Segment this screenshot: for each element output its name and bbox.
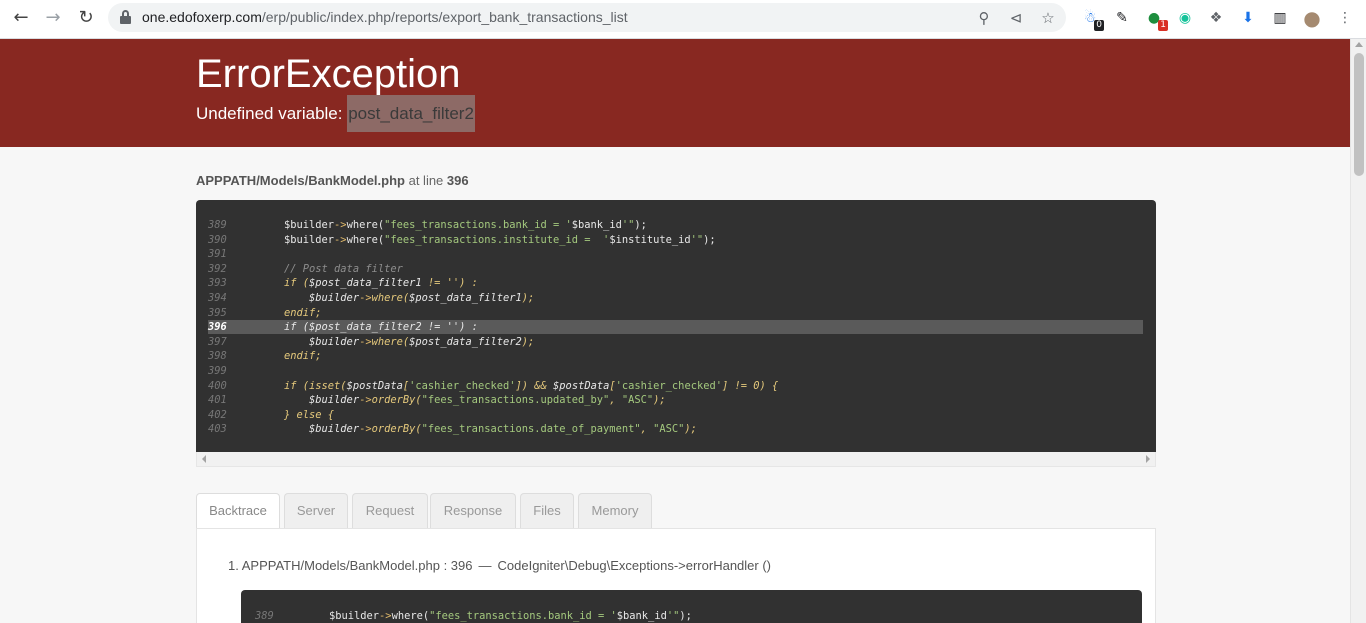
line-number: 392 (208, 262, 227, 275)
eyedropper-extension-icon[interactable]: ✎ (1110, 6, 1134, 30)
line-source: if ($post_data_filter2 != '') : (284, 321, 478, 334)
line-source: endif; (284, 350, 322, 363)
line-number: 401 (208, 394, 227, 407)
line-number: 391 (208, 248, 227, 261)
error-location: APPPATH/Models/BankModel.php at line 396 (196, 173, 469, 188)
line-number: 393 (208, 277, 227, 290)
line-source: $builder->where("fees_transactions.bank_… (284, 219, 647, 231)
scroll-up-arrow-icon[interactable] (1355, 42, 1363, 47)
page-scrollbar[interactable] (1350, 39, 1366, 623)
line-number: 400 (208, 379, 227, 392)
line-number: 389 (208, 219, 227, 231)
error-at-line: at line (404, 173, 447, 188)
extension-badge: 0 (1094, 20, 1104, 31)
profile-avatar[interactable]: ● (1300, 6, 1324, 30)
line-source: $builder->where("fees_transactions.insti… (284, 233, 716, 246)
url-path: /erp/public/index.php/reports/export_ban… (261, 9, 628, 25)
tab-backtrace[interactable]: Backtrace (196, 493, 280, 530)
backtrace-index: 1. (228, 558, 239, 573)
backtrace-item[interactable]: 1. APPPATH/Models/BankModel.php : 396 — Co… (228, 558, 771, 573)
line-number: 398 (208, 350, 227, 363)
line-number: 395 (208, 306, 227, 319)
backtrace-file: APPPATH/Models/BankModel.php : 396 (241, 558, 473, 573)
error-file: APPPATH/Models/BankModel.php (196, 173, 405, 188)
kebab-menu-icon[interactable]: ⋮ (1333, 6, 1357, 30)
code-horizontal-scrollbar[interactable] (196, 452, 1156, 467)
line-source: // Post data filter (284, 262, 403, 275)
line-number: 396 (208, 321, 227, 334)
address-bar[interactable]: one.edofoxerp.com/erp/public/index.php/r… (108, 3, 1066, 32)
backtrace-call: CodeIgniter\Debug\Exceptions->errorHandl… (497, 558, 772, 573)
line-source: $builder->where("fees_transactions.bank_… (329, 610, 692, 622)
ghost-extension-icon[interactable]: ☃ 0 (1078, 6, 1104, 31)
error-message-prefix: Undefined variable: (196, 104, 348, 123)
tab-request[interactable]: Request (352, 493, 428, 529)
code-line: 398 endif; (196, 349, 1143, 363)
line-number: 397 (208, 335, 227, 348)
code-line: 403 $builder->orderBy("fees_transactions… (196, 422, 1143, 436)
line-source: $builder->where($post_data_filter2); (284, 335, 535, 348)
error-title: ErrorException (196, 52, 461, 96)
code-line: 389 $builder->where("fees_transactions.ba… (241, 609, 1142, 623)
code-line: 395 endif; (196, 306, 1143, 320)
extension-badge: 1 (1158, 20, 1168, 31)
error-message: Undefined variable: post_data_filter2 (196, 95, 475, 132)
grammarly-extension-icon[interactable]: ◉ (1173, 6, 1197, 30)
tab-response[interactable]: Response (430, 493, 516, 529)
error-line-number: 396 (446, 173, 469, 188)
line-source: } else { (284, 408, 335, 421)
line-number: 399 (208, 365, 227, 377)
error-variable: post_data_filter2 (347, 95, 475, 132)
source-code-block: 389 $builder->where("fees_transactions.ba… (196, 200, 1156, 452)
code-line: 389 $builder->where("fees_transactions.ba… (196, 218, 1143, 232)
code-line: 402 } else { (196, 408, 1143, 422)
line-source: endif; (284, 306, 322, 319)
bookmark-star-icon[interactable]: ☆ (1037, 7, 1059, 29)
line-source: $builder->orderBy("fees_transactions.dat… (284, 423, 697, 436)
browser-toolbar: ← → ↻ one.edofoxerp.com/erp/public/index… (0, 0, 1366, 39)
share-icon[interactable]: ⊲ (1005, 7, 1027, 29)
green-extension-icon[interactable]: ● 1 (1142, 6, 1168, 31)
url-text[interactable]: one.edofoxerp.com/erp/public/index.php/r… (142, 9, 628, 25)
back-arrow-icon[interactable]: ← (8, 6, 34, 28)
line-number: 403 (208, 423, 227, 436)
lock-icon[interactable] (120, 10, 131, 24)
reload-icon[interactable]: ↻ (73, 6, 99, 28)
line-number: 390 (208, 233, 227, 246)
scroll-thumb[interactable] (1354, 53, 1364, 176)
code-line: 397 $builder->where($post_data_filter2); (196, 335, 1143, 349)
line-number: 402 (208, 408, 227, 421)
code-line: 391 (196, 247, 1143, 261)
line-source: if (isset($postData['cashier_checked']) … (284, 379, 779, 392)
puzzle-extensions-icon[interactable]: ❖ (1204, 6, 1228, 30)
line-number: 389 (255, 610, 274, 622)
code-line-highlighted: 396 if ($post_data_filter2 != '') : (208, 320, 1143, 335)
code-line: 400 if (isset($postData['cashier_checked'… (196, 379, 1143, 393)
zoom-icon[interactable]: ⚲ (973, 7, 995, 29)
code-line: 390 $builder->where("fees_transactions.in… (196, 233, 1143, 247)
side-panel-icon[interactable]: ▥ (1268, 6, 1292, 30)
code-line: 401 $builder->orderBy("fees_transactions… (196, 393, 1143, 407)
url-host: one.edofoxerp.com (142, 9, 262, 25)
download-icon[interactable]: ⬇ (1236, 6, 1260, 30)
code-line: 392 // Post data filter (196, 262, 1143, 276)
code-line: 394 $builder->where($post_data_filter1); (196, 291, 1143, 305)
tab-server[interactable]: Server (284, 493, 348, 529)
line-source: $builder->orderBy("fees_transactions.upd… (284, 394, 666, 407)
line-number: 394 (208, 292, 227, 304)
forward-arrow-icon[interactable]: → (40, 6, 66, 28)
line-source: if ($post_data_filter1 != '') : (284, 277, 478, 290)
tab-memory[interactable]: Memory (578, 493, 652, 529)
backtrace-separator: — (478, 558, 492, 573)
code-line: 399 (196, 364, 1143, 378)
code-line: 393 if ($post_data_filter1 != '') : (196, 276, 1143, 290)
tab-files[interactable]: Files (520, 493, 574, 529)
line-source: $builder->where($post_data_filter1); (284, 292, 535, 304)
scroll-right-arrow-icon[interactable] (1146, 455, 1150, 463)
scroll-left-arrow-icon[interactable] (202, 455, 206, 463)
backtrace-source-block: 389 $builder->where("fees_transactions.ba… (241, 590, 1142, 623)
